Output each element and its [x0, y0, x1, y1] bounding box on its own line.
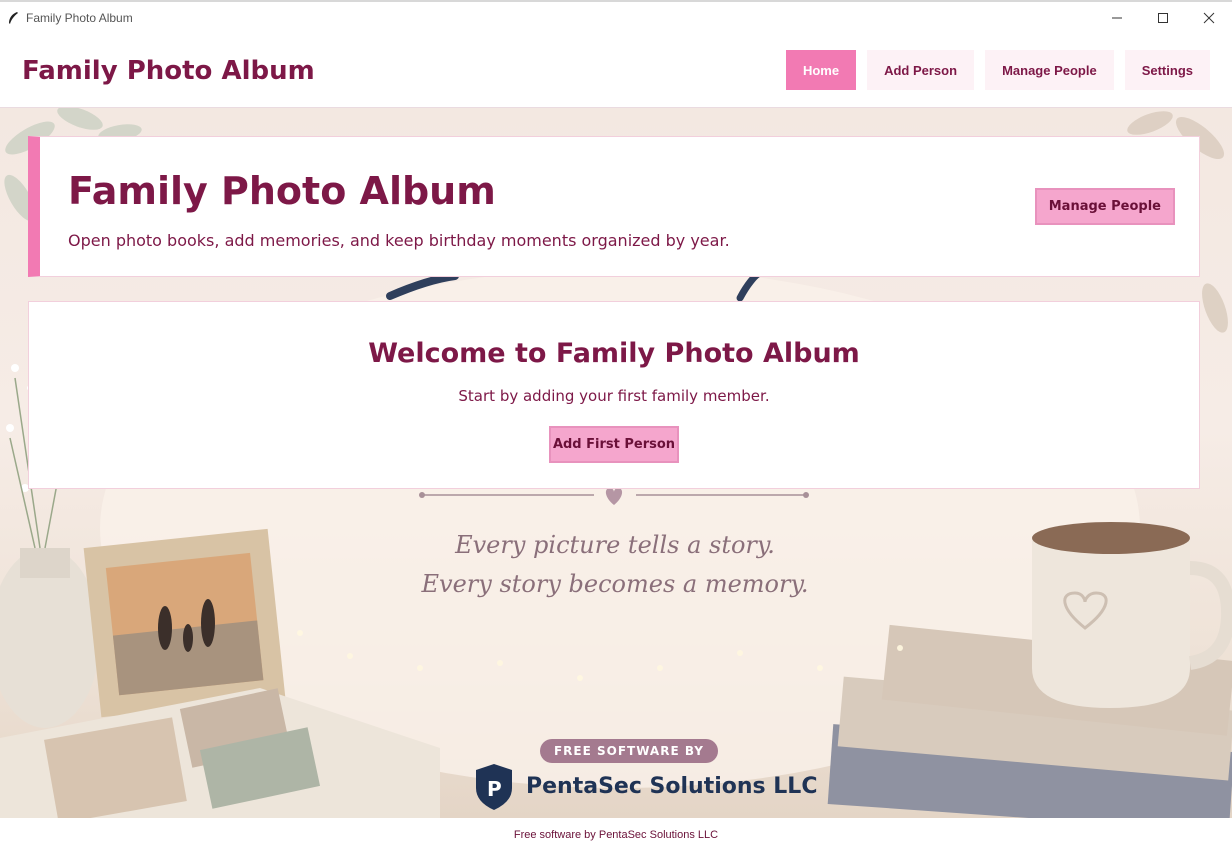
welcome-subtitle: Start by adding your first family member… — [458, 387, 770, 405]
manage-people-button[interactable]: Manage People — [1034, 188, 1175, 225]
main-nav: Home Add Person Manage People Settings — [785, 50, 1210, 90]
quote-line-1: Every picture tells a story. — [455, 531, 775, 559]
nav-manage-people-button[interactable]: Manage People — [985, 50, 1114, 90]
pentasec-shield-logo: P — [476, 764, 512, 810]
app-header: Family Photo Album Home Add Person Manag… — [0, 34, 1232, 108]
maximize-button[interactable] — [1140, 2, 1186, 34]
hero-title: Family Photo Album — [68, 169, 496, 213]
close-button[interactable] — [1186, 2, 1232, 34]
company-name: PentaSec Solutions LLC — [526, 774, 818, 799]
minimize-icon — [1112, 17, 1122, 19]
welcome-title: Welcome to Family Photo Album — [368, 338, 860, 369]
feather-icon — [9, 12, 18, 24]
hero-subtitle: Open photo books, add memories, and keep… — [68, 231, 730, 250]
app-brand-title: Family Photo Album — [22, 56, 315, 86]
nav-add-person-button[interactable]: Add Person — [867, 50, 975, 90]
free-software-badge: FREE SOFTWARE BY — [540, 739, 718, 763]
window-titlebar: Family Photo Album — [0, 0, 1232, 34]
hero-card: Family Photo Album Open photo books, add… — [28, 136, 1200, 277]
minimize-button[interactable] — [1094, 2, 1140, 34]
nav-home-button[interactable]: Home — [785, 50, 857, 90]
add-first-person-button[interactable]: Add First Person — [549, 426, 679, 463]
window-title: Family Photo Album — [26, 11, 133, 25]
quote-line-2: Every story becomes a memory. — [421, 570, 809, 598]
footer-credit: Free software by PentaSec Solutions LLC — [0, 818, 1232, 852]
maximize-icon — [1158, 13, 1168, 23]
window-controls — [1094, 2, 1232, 34]
welcome-card: Welcome to Family Photo Album Start by a… — [28, 301, 1200, 489]
svg-text:P: P — [487, 777, 502, 801]
close-icon — [1203, 12, 1215, 24]
nav-settings-button[interactable]: Settings — [1124, 50, 1210, 90]
